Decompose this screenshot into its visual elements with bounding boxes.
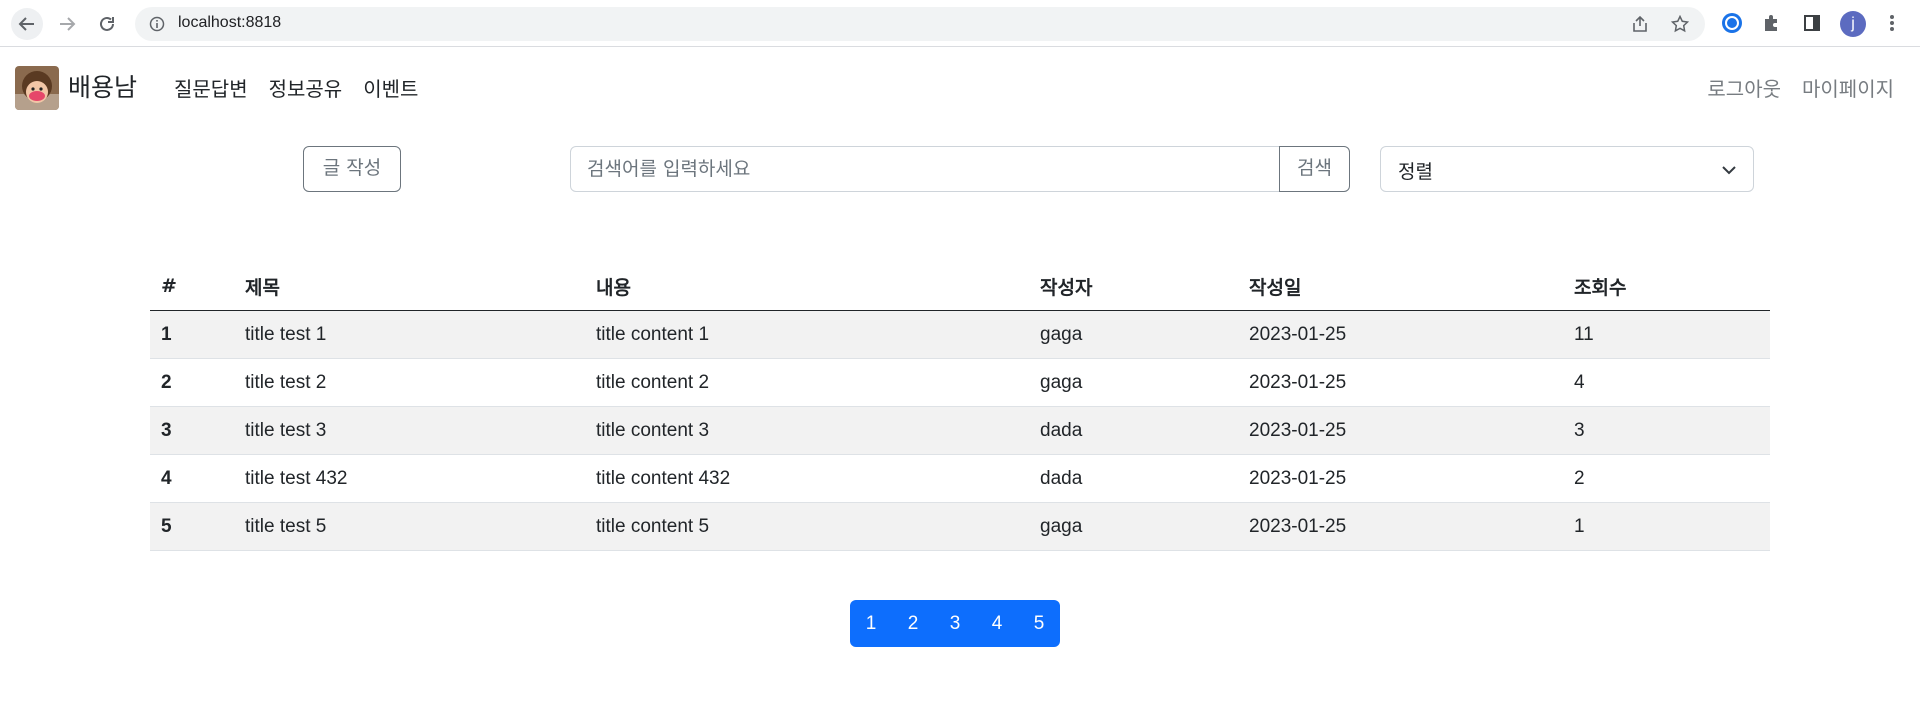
cell-content: title content 5	[585, 502, 1029, 551]
puzzle-icon	[1765, 15, 1777, 31]
table-row[interactable]: 1 title test 1 title content 1 gaga 2023…	[150, 310, 1770, 359]
site-navbar: 배용남 질문답변 정보공유 이벤트 로그아웃 마이페이지	[0, 47, 1920, 125]
cell-author: dada	[1029, 454, 1238, 503]
cell-title[interactable]: title test 432	[234, 454, 585, 503]
cell-number: 4	[150, 454, 234, 503]
search-button[interactable]: 검색	[1279, 146, 1350, 192]
avatar-image-icon	[15, 66, 59, 110]
forward-button[interactable]	[51, 8, 83, 40]
chevron-down-icon	[1722, 166, 1736, 175]
cell-views: 4	[1563, 358, 1770, 407]
cell-date: 2023-01-25	[1238, 502, 1563, 551]
user-nav: 로그아웃 마이페이지	[1707, 73, 1894, 102]
header-title: 제목	[234, 262, 585, 311]
cell-date: 2023-01-25	[1238, 358, 1563, 407]
header-views: 조회수	[1563, 262, 1770, 311]
nav-link-qna[interactable]: 질문답변	[174, 73, 248, 102]
header-number: #	[150, 262, 234, 311]
bookmark-star-icon[interactable]	[1671, 15, 1689, 33]
cell-views: 2	[1563, 454, 1770, 503]
table-row[interactable]: 5 title test 5 title content 5 gaga 2023…	[150, 502, 1770, 551]
browser-menu-button[interactable]	[1880, 11, 1904, 35]
page-link-5[interactable]: 5	[1018, 613, 1060, 635]
extensions-button[interactable]	[1760, 11, 1784, 35]
nav-link-event[interactable]: 이벤트	[363, 73, 418, 102]
cell-date: 2023-01-25	[1238, 454, 1563, 503]
reload-button[interactable]	[91, 8, 123, 40]
header-author: 작성자	[1029, 262, 1238, 311]
cell-author: gaga	[1029, 310, 1238, 359]
cell-views: 3	[1563, 406, 1770, 455]
cell-author: dada	[1029, 406, 1238, 455]
address-bar[interactable]: localhost:8818	[135, 7, 1705, 41]
extension-icon[interactable]	[1720, 11, 1744, 35]
cell-author: gaga	[1029, 358, 1238, 407]
arrow-right-icon	[60, 17, 76, 31]
table-row[interactable]: 2 title test 2 title content 2 gaga 2023…	[150, 358, 1770, 407]
header-date: 작성일	[1238, 262, 1563, 311]
nav-link-info-share[interactable]: 정보공유	[269, 73, 343, 102]
page-link-2[interactable]: 2	[892, 613, 934, 635]
cell-title[interactable]: title test 3	[234, 406, 585, 455]
info-icon[interactable]	[149, 16, 165, 32]
main-nav: 질문답변 정보공유 이벤트	[174, 73, 418, 102]
back-button[interactable]	[11, 8, 43, 40]
table-row[interactable]: 4 title test 432 title content 432 dada …	[150, 454, 1770, 503]
search-input[interactable]	[570, 146, 1280, 192]
brand-name: 배용남	[68, 73, 138, 102]
cell-title[interactable]: title test 1	[234, 310, 585, 359]
profile-avatar[interactable]: j	[1840, 11, 1866, 37]
sort-select[interactable]: 정렬	[1380, 146, 1754, 192]
write-post-button[interactable]: 글 작성	[303, 146, 401, 192]
cell-views: 11	[1563, 310, 1770, 359]
cell-author: gaga	[1029, 502, 1238, 551]
header-content: 내용	[585, 262, 1029, 311]
share-icon[interactable]	[1631, 15, 1649, 33]
cell-number: 1	[150, 310, 234, 359]
table-row[interactable]: 3 title test 3 title content 3 dada 2023…	[150, 406, 1770, 455]
cell-views: 1	[1563, 502, 1770, 551]
cell-number: 5	[150, 502, 234, 551]
cell-content: title content 1	[585, 310, 1029, 359]
brand[interactable]: 배용남	[15, 66, 137, 110]
page-link-1[interactable]: 1	[850, 613, 892, 635]
side-panel-icon	[1804, 15, 1820, 31]
cell-title[interactable]: title test 5	[234, 502, 585, 551]
cell-content: title content 3	[585, 406, 1029, 455]
extension-logo-icon	[1722, 13, 1742, 33]
sort-selected-value: 정렬	[1398, 161, 1433, 183]
page-link-4[interactable]: 4	[976, 613, 1018, 635]
cell-date: 2023-01-25	[1238, 406, 1563, 455]
reload-icon	[100, 16, 114, 31]
url-text: localhost:8818	[178, 14, 282, 31]
pagination: 1 2 3 4 5	[850, 600, 1060, 647]
brand-logo	[15, 66, 59, 110]
table-header-row: # 제목 내용 작성자 작성일 조회수	[150, 262, 1770, 311]
cell-number: 2	[150, 358, 234, 407]
logout-link[interactable]: 로그아웃	[1707, 73, 1781, 102]
kebab-menu-icon	[1890, 15, 1894, 31]
cell-content: title content 2	[585, 358, 1029, 407]
cell-title[interactable]: title test 2	[234, 358, 585, 407]
cell-content: title content 432	[585, 454, 1029, 503]
cell-number: 3	[150, 406, 234, 455]
side-panel-button[interactable]	[1800, 11, 1824, 35]
page-link-3[interactable]: 3	[934, 613, 976, 635]
posts-table: # 제목 내용 작성자 작성일 조회수 1 title test 1 title…	[150, 262, 1770, 551]
mypage-link[interactable]: 마이페이지	[1802, 73, 1894, 102]
browser-toolbar: localhost:8818 j	[0, 0, 1920, 47]
arrow-left-icon	[18, 17, 34, 31]
cell-date: 2023-01-25	[1238, 310, 1563, 359]
